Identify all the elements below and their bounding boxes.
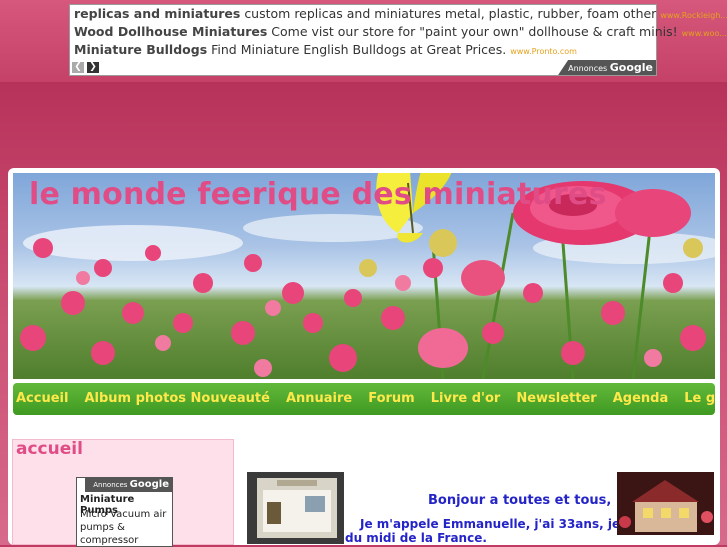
ad-choices-prefix: Annonces bbox=[93, 481, 128, 489]
ad-title[interactable]: Wood Dollhouse Miniatures bbox=[74, 24, 267, 39]
site-title[interactable]: le monde feerique des miniatures bbox=[29, 177, 607, 212]
nav-item-annuaire[interactable]: Annuaire bbox=[278, 383, 360, 415]
ad-line[interactable]: replicas and miniatures custom replicas … bbox=[74, 6, 727, 21]
greeting-text: Bonjour a toutes et tous, bbox=[428, 493, 612, 508]
google-logo: Google bbox=[129, 479, 169, 490]
ad-choices-badge[interactable]: Annonces Google bbox=[85, 478, 172, 492]
ad-box: replicas and miniatures custom replicas … bbox=[69, 4, 727, 76]
ad-text: Come vist our store for "paint your own"… bbox=[271, 24, 678, 39]
sidebar-title: accueil bbox=[16, 439, 83, 459]
chevron-right-icon[interactable]: ❯ bbox=[87, 62, 99, 73]
intro-text-continued: du midi de la France. bbox=[345, 531, 487, 545]
miniature-house-photo[interactable] bbox=[617, 472, 714, 535]
nav-item-agenda[interactable]: Agenda bbox=[605, 383, 677, 415]
intro-text: Je m'appele Emmanuelle, j'ai 33ans, je s… bbox=[360, 517, 652, 531]
dollhouse-image bbox=[247, 472, 344, 544]
nav-item-accueil[interactable]: Accueil bbox=[13, 383, 76, 415]
ad-line[interactable]: Miniature Bulldogs Find Miniature Englis… bbox=[74, 42, 577, 57]
sidebar: accueil Annonces Google Miniature Pumps … bbox=[12, 439, 234, 547]
main-nav: Accueil Album photos Nouveauté Annuaire … bbox=[13, 383, 715, 415]
ad-line[interactable]: Wood Dollhouse Miniatures Come vist our … bbox=[74, 24, 727, 39]
nav-item-album-photos[interactable]: Album photos Nouveauté bbox=[76, 383, 277, 415]
ad-pager: ❮ ❯ bbox=[72, 62, 99, 73]
sidebar-ad[interactable]: Annonces Google Miniature Pumps Micro Va… bbox=[76, 477, 173, 547]
ad-choices-prefix: Annonces bbox=[568, 64, 608, 73]
sidebar-ad-text: Micro Vacuum air pumps & compressor Manu… bbox=[80, 509, 167, 546]
ad-title[interactable]: replicas and miniatures bbox=[74, 6, 240, 21]
miniature-house-image bbox=[617, 472, 714, 535]
nav-item-grenier[interactable]: Le grenier d'Emma bbox=[676, 383, 715, 415]
google-logo: Google bbox=[609, 61, 653, 74]
nav-item-newsletter[interactable]: Newsletter bbox=[508, 383, 604, 415]
ad-url[interactable]: www.woo... bbox=[682, 29, 727, 38]
ad-url[interactable]: www.Rockleigh... bbox=[660, 11, 727, 20]
ad-title[interactable]: Miniature Bulldogs bbox=[74, 42, 207, 57]
ad-choices-badge[interactable]: Annonces Google bbox=[558, 60, 656, 75]
nav-item-livre-dor[interactable]: Livre d'or bbox=[423, 383, 509, 415]
nav-item-forum[interactable]: Forum bbox=[360, 383, 423, 415]
dollhouse-photo[interactable] bbox=[247, 472, 344, 544]
header-banner: le monde feerique des miniatures bbox=[13, 173, 715, 379]
ad-text: Find Miniature English Bulldogs at Great… bbox=[211, 42, 507, 57]
ad-url[interactable]: www.Pronto.com bbox=[510, 47, 577, 56]
chevron-left-icon[interactable]: ❮ bbox=[72, 62, 84, 73]
ad-text: custom replicas and miniatures metal, pl… bbox=[244, 6, 657, 21]
